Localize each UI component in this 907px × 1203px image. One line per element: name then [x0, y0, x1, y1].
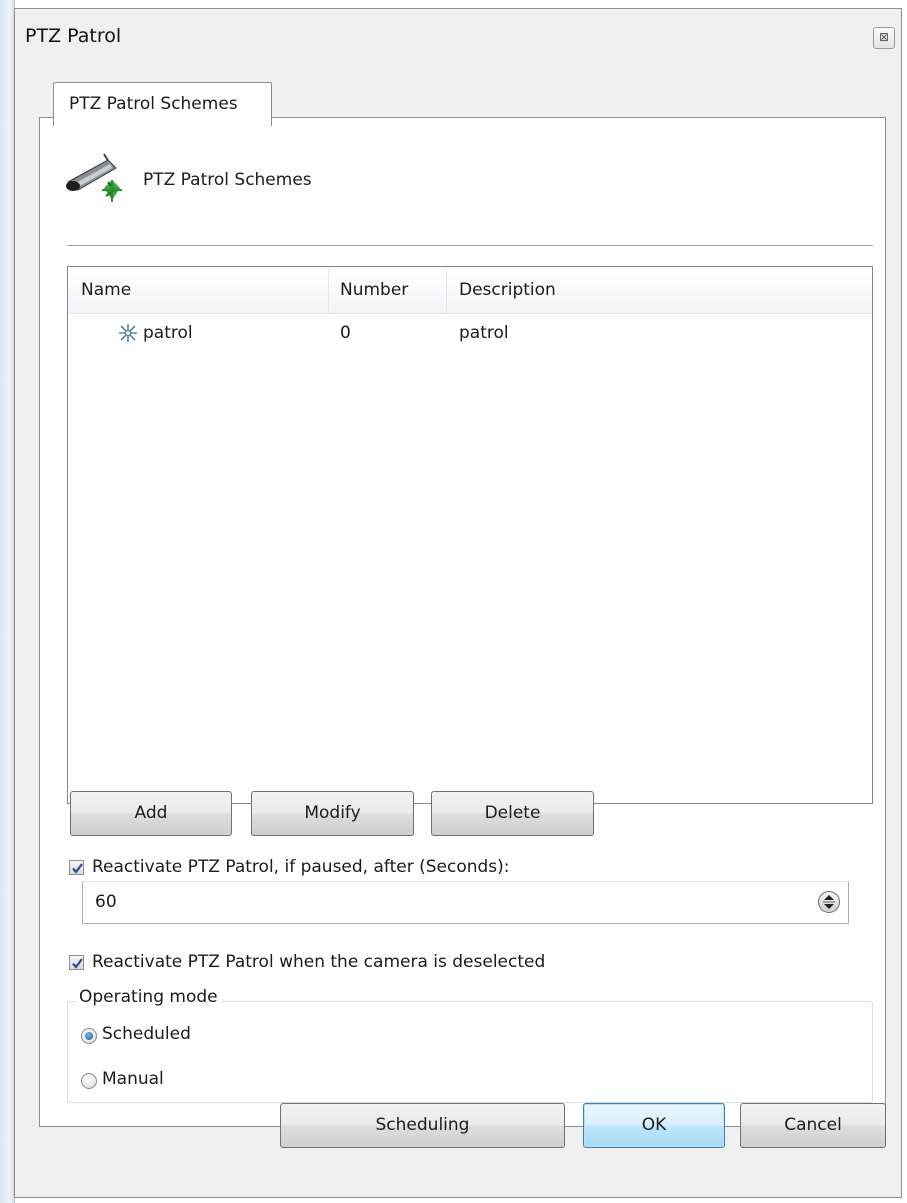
tab-label: PTZ Patrol Schemes [69, 94, 238, 114]
checkmark-icon [72, 958, 83, 969]
add-button[interactable]: Add [70, 791, 232, 836]
scheduling-button[interactable]: Scheduling [280, 1103, 565, 1148]
operating-mode-group [67, 1001, 873, 1103]
spin-up-down-button[interactable] [818, 891, 840, 913]
reactivate-seconds-spinner[interactable]: 60 [82, 881, 849, 924]
section-title: PTZ Patrol Schemes [143, 170, 312, 190]
delete-button[interactable]: Delete [431, 791, 594, 836]
patrol-schemes-list[interactable]: Name Number Description patrol 0 patrol [67, 266, 873, 804]
column-header-number[interactable]: Number [340, 267, 408, 313]
ok-button[interactable]: OK [583, 1103, 725, 1148]
title-bar: PTZ Patrol ⊠ [15, 9, 901, 69]
close-button[interactable]: ⊠ [873, 27, 895, 49]
reactivate-deselected-label[interactable]: Reactivate PTZ Patrol when the camera is… [92, 952, 545, 972]
column-divider[interactable] [446, 267, 447, 313]
reactivate-seconds-value[interactable]: 60 [95, 892, 117, 912]
row-description: patrol [459, 323, 509, 343]
operating-mode-legend: Operating mode [76, 987, 221, 1007]
tab-panel: PTZ Patrol Schemes Name Number Descripti… [39, 117, 886, 1127]
reactivate-paused-label[interactable]: Reactivate PTZ Patrol, if paused, after … [92, 857, 510, 877]
table-row[interactable]: patrol 0 patrol [68, 315, 872, 351]
tab-ptz-patrol-schemes[interactable]: PTZ Patrol Schemes [53, 82, 272, 126]
radio-manual[interactable] [81, 1073, 97, 1089]
row-number: 0 [340, 323, 351, 343]
radio-manual-label[interactable]: Manual [102, 1069, 164, 1089]
reactivate-paused-checkbox[interactable] [69, 860, 84, 875]
spin-arrows-icon [823, 895, 835, 909]
checkmark-icon [72, 863, 83, 874]
radio-scheduled-label[interactable]: Scheduled [102, 1024, 191, 1044]
modify-button[interactable]: Modify [251, 791, 414, 836]
cancel-button[interactable]: Cancel [740, 1103, 886, 1148]
separator [67, 245, 873, 246]
close-icon: ⊠ [878, 30, 890, 44]
ptz-patrol-dialog: PTZ Patrol ⊠ PTZ Patrol Schemes PTZ Patr… [14, 8, 902, 1198]
row-name: patrol [143, 323, 193, 343]
background-window-edge [0, 0, 15, 1203]
patrol-scheme-icon [119, 324, 137, 342]
column-header-name[interactable]: Name [81, 267, 131, 313]
dialog-title: PTZ Patrol [25, 25, 122, 47]
reactivate-deselected-checkbox[interactable] [69, 955, 84, 970]
column-header-description[interactable]: Description [459, 267, 556, 313]
list-header: Name Number Description [68, 267, 872, 314]
radio-scheduled[interactable] [81, 1028, 97, 1044]
column-divider[interactable] [328, 267, 329, 313]
ptz-camera-icon [66, 153, 122, 202]
